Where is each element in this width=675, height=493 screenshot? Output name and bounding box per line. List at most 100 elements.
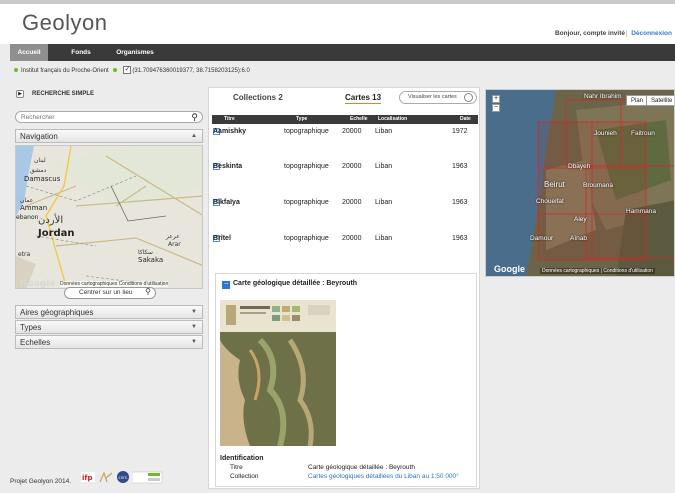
chevron-down-icon: ▼ (191, 324, 197, 330)
col-titre[interactable]: Titre (224, 116, 235, 122)
city-label: Beirut (544, 180, 565, 189)
panel-navigation-label: Navigation (20, 132, 58, 141)
tab-organismes[interactable]: Organismes (110, 44, 160, 61)
center-on-place-label: Centrer sur un lieu (79, 289, 133, 296)
navigation-map-graphic: لبنان دمشق Damascus عمان Amman ebanon ال… (16, 146, 202, 289)
map-satellite-button[interactable]: Satellite (646, 95, 674, 106)
city-label: Aïnab (570, 235, 587, 242)
navigation-map[interactable]: لبنان دمشق Damascus عمان Amman ebanon ال… (15, 145, 203, 289)
row-location: Liban (375, 199, 393, 206)
row-location: Liban (375, 128, 393, 135)
row-title[interactable]: Aamishky (213, 128, 246, 135)
zoom-out-icon[interactable]: − (492, 104, 500, 112)
partner-logo-lyon2 (131, 470, 164, 484)
map-label-damascus-ar: دمشق (30, 167, 47, 174)
map-detail-card: − Carte géologique détaillée : Beyrouth (215, 273, 477, 487)
svg-text:Google: Google (20, 279, 55, 289)
panel-echelles[interactable]: Echelles ▼ (15, 335, 203, 349)
field-value-collection[interactable]: Cartes géologiques détaillées du Liban a… (308, 473, 459, 480)
row-type: topographique (284, 235, 329, 242)
center-on-place-button[interactable]: Centrer sur un lieu ⚲ (64, 287, 156, 299)
map-label-sakaka-ar: سكاكا (138, 249, 153, 256)
row-date: 1963 (452, 235, 468, 242)
svg-text:cnrs: cnrs (119, 475, 127, 480)
row-type: topographique (284, 163, 329, 170)
search-input[interactable] (21, 113, 181, 122)
tab-accueil[interactable]: Accueil (10, 44, 48, 61)
row-type: topographique (284, 199, 329, 206)
field-value-titre: Carte géologique détaillée : Beyrouth (308, 464, 415, 471)
map-label-amman-ar: عمان (20, 197, 33, 204)
panel-aires-label: Aires géographiques (20, 308, 94, 317)
map-label-arar-ar: عرعر (165, 233, 180, 240)
col-date[interactable]: Date (460, 116, 471, 122)
row-location: Liban (375, 163, 393, 170)
partner-logo-ifpo: ifp (80, 470, 96, 484)
city-label: Damour (530, 235, 554, 242)
row-scale: 20000 (342, 199, 362, 206)
col-echelle[interactable]: Echelle (350, 116, 368, 122)
row-scale: 20000 (342, 128, 362, 135)
map-label-lebanon-ar: لبنان (34, 157, 46, 164)
visualize-maps-button[interactable]: Visualiser les cartes (399, 91, 477, 104)
city-label: Faitroun (631, 130, 655, 137)
map-label-etra: etra (18, 251, 31, 258)
results-panel: Collections 2 Cartes 13 Visualiser les c… (208, 87, 480, 489)
satellite-map-graphic (486, 90, 674, 276)
breadcrumb-institution[interactable]: Institut français du Proche-Orient (21, 68, 109, 74)
map-label-sakaka: Sakaka (138, 256, 163, 264)
row-date: 1963 (452, 163, 468, 170)
identification-heading: Identification (220, 455, 264, 462)
coords-checkbox[interactable]: ✓ (123, 66, 132, 74)
search-header[interactable]: ▶ RECHERCHE SIMPLE (14, 87, 204, 99)
panel-aires[interactable]: Aires géographiques ▼ (15, 305, 203, 319)
row-type: topographique (284, 128, 329, 135)
app-title: Geolyon (22, 10, 108, 35)
visualize-maps-label: Visualiser les cartes (408, 94, 457, 100)
map-label-ebanon: ebanon (16, 214, 39, 221)
search-icon[interactable]: ⚲ (191, 112, 198, 123)
row-date: 1972 (452, 128, 468, 135)
row-title[interactable]: Brîtel (213, 235, 231, 242)
table-row[interactable]: + Brîtel topographique 20000 Liban 1963 (212, 235, 478, 245)
map-label-jordan-ar: الأردن (38, 213, 63, 226)
collapse-icon[interactable]: − (222, 281, 230, 289)
main-navbar: Accueil Fonds Organismes (10, 44, 675, 61)
map-thumbnail-graphic (220, 300, 336, 446)
map-label-damascus: Damascus (24, 175, 61, 183)
breadcrumb: Institut français du Proche-Orient ✓ (31.… (14, 66, 250, 75)
map-attribution[interactable]: Données cartographiques | Conditions d'u… (540, 268, 655, 274)
panel-navigation[interactable]: Navigation ▲ (15, 129, 203, 143)
table-row[interactable]: + Bikfaïya topographique 20000 Liban 1963 (212, 199, 478, 209)
row-title[interactable]: Beskinta (213, 163, 242, 170)
map-label-amman: Amman (20, 204, 47, 212)
table-row[interactable]: + Aamishky topographique 20000 Liban 1972 (212, 128, 478, 138)
panel-types[interactable]: Types ▼ (15, 320, 203, 334)
play-icon: ▶ (16, 90, 24, 98)
map-thumbnail[interactable] (220, 300, 336, 446)
tab-collections[interactable]: Collections 2 (233, 93, 283, 102)
logout-link[interactable]: Déconnexion (626, 30, 672, 37)
city-label: Nahr Ibrahim (584, 93, 622, 100)
satellite-map[interactable]: + − Plan Satellite Nahr Ibrahim Jounieh … (485, 89, 675, 277)
col-localisation[interactable]: Localisation (378, 116, 407, 122)
search-icon: ⚲ (145, 287, 151, 296)
zoom-in-icon[interactable]: + (492, 95, 500, 103)
map-plan-button[interactable]: Plan (626, 95, 649, 106)
field-label-collection: Collection (230, 473, 259, 480)
partner-logo-2 (98, 470, 114, 484)
chevron-down-icon: ▼ (191, 339, 197, 345)
row-location: Liban (375, 235, 393, 242)
header: Geolyon Bonjour, compte invité Déconnexi… (0, 4, 675, 44)
tab-cartes[interactable]: Cartes 13 (345, 93, 382, 104)
panel-types-label: Types (20, 323, 42, 332)
city-label: Broumana (583, 182, 613, 189)
chevron-down-icon: ▼ (191, 309, 197, 315)
table-row[interactable]: + Beskinta topographique 20000 Liban 1963 (212, 163, 478, 173)
greeting-text: Bonjour, compte invité (554, 30, 625, 37)
row-title[interactable]: Bikfaïya (213, 199, 240, 206)
col-type[interactable]: Type (296, 116, 307, 122)
status-dot-icon (113, 68, 118, 72)
city-label: Jounieh (594, 130, 617, 137)
tab-fonds[interactable]: Fonds (66, 44, 96, 61)
